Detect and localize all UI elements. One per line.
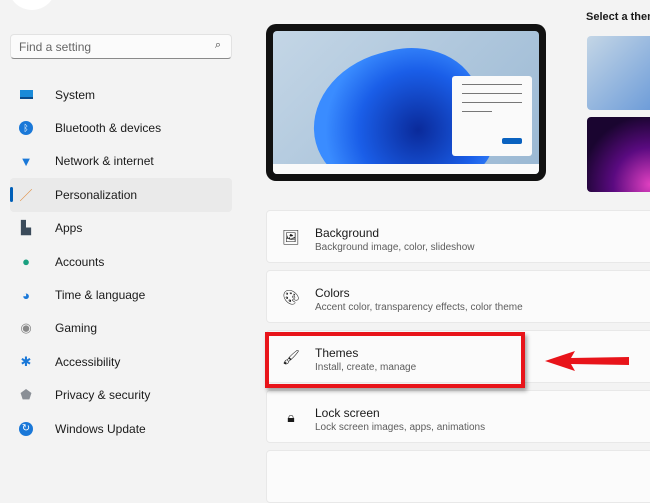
sidebar-item-label: System <box>55 87 96 102</box>
sidebar-item-gaming[interactable]: ◉ Gaming <box>10 312 232 345</box>
update-icon: ↻ <box>19 421 33 436</box>
accessibility-icon: ✱ <box>20 353 32 369</box>
sidebar-item-bluetooth[interactable]: ᛒ Bluetooth & devices <box>10 111 232 144</box>
gamepad-icon: ◉ <box>20 320 32 336</box>
card-subtitle: Accent color, transparency effects, colo… <box>315 302 523 313</box>
person-icon: ● <box>22 254 30 270</box>
image-icon: 🖼 <box>282 228 300 245</box>
annotation-arrow <box>545 351 629 371</box>
sidebar-item-label: Gaming <box>55 321 98 336</box>
sidebar-item-privacy[interactable]: ⬟ Privacy & security <box>10 379 232 412</box>
theme-preview <box>266 24 546 181</box>
card-title: Background <box>315 226 380 240</box>
sidebar-item-system[interactable]: System <box>10 78 232 111</box>
sidebar-item-label: Personalization <box>55 187 138 202</box>
select-theme-heading: Select a theme <box>586 11 650 23</box>
sidebar-item-label: Accounts <box>55 254 105 269</box>
globe-clock-icon: ◕ <box>22 287 30 303</box>
monitor-icon <box>19 88 33 102</box>
card-colors[interactable]: 🎨︎ Colors Accent color, transparency effec… <box>266 270 650 323</box>
palette-icon: 🎨︎ <box>282 288 300 305</box>
card-subtitle: Lock screen images, apps, animations <box>315 422 486 433</box>
sidebar-item-label: Apps <box>55 221 83 236</box>
shield-icon: ⬟ <box>20 387 32 403</box>
sidebar-item-label: Bluetooth & devices <box>55 121 162 136</box>
card-background[interactable]: 🖼 Background Background image, color, slid… <box>266 210 650 263</box>
sidebar-item-network[interactable]: ▼ Network & internet <box>10 145 232 178</box>
preview-taskbar <box>273 164 539 174</box>
sidebar-item-label: Accessibility <box>55 354 121 369</box>
sidebar-item-windows-update[interactable]: ↻ Windows Update <box>10 412 232 445</box>
sidebar-item-label: Privacy & security <box>55 388 151 403</box>
sidebar-item-label: Time & language <box>55 288 146 303</box>
avatar[interactable] <box>8 0 56 10</box>
apps-icon: ▙ <box>21 220 31 236</box>
card-more[interactable] <box>266 450 650 503</box>
sidebar-item-accounts[interactable]: ● Accounts <box>10 245 232 278</box>
sidebar-item-accessibility[interactable]: ✱ Accessibility <box>10 345 232 378</box>
search-input[interactable]: Find a setting ⌕ <box>10 34 232 59</box>
search-icon[interactable]: ⌕ <box>215 39 221 52</box>
sidebar-item-label: Network & internet <box>55 154 154 169</box>
card-lock-screen[interactable]: 🔒︎ Lock screen Lock screen images, apps, a… <box>266 390 650 443</box>
annotation-highlight-box <box>265 332 525 388</box>
sidebar-item-personalization[interactable]: ／ Personalization <box>10 178 232 212</box>
preview-window <box>452 76 532 156</box>
sidebar-item-time-language[interactable]: ◕ Time & language <box>10 278 232 311</box>
card-title: Colors <box>315 286 350 300</box>
theme-thumbnail-dark[interactable] <box>587 117 650 192</box>
sidebar-nav: System ᛒ Bluetooth & devices ▼ Network & i… <box>10 78 232 445</box>
card-title: Lock screen <box>315 406 380 420</box>
lock-screen-icon: 🔒︎ <box>287 408 295 425</box>
sidebar-item-apps[interactable]: ▙ Apps <box>10 212 232 245</box>
sidebar-item-label: Windows Update <box>55 421 146 436</box>
paintbrush-icon: ／ <box>19 188 33 204</box>
bluetooth-icon: ᛒ <box>19 121 33 136</box>
wifi-icon: ▼ <box>19 153 33 169</box>
card-subtitle: Background image, color, slideshow <box>315 242 475 253</box>
search-placeholder: Find a setting <box>19 40 92 54</box>
theme-thumbnail-light[interactable] <box>587 36 650 110</box>
